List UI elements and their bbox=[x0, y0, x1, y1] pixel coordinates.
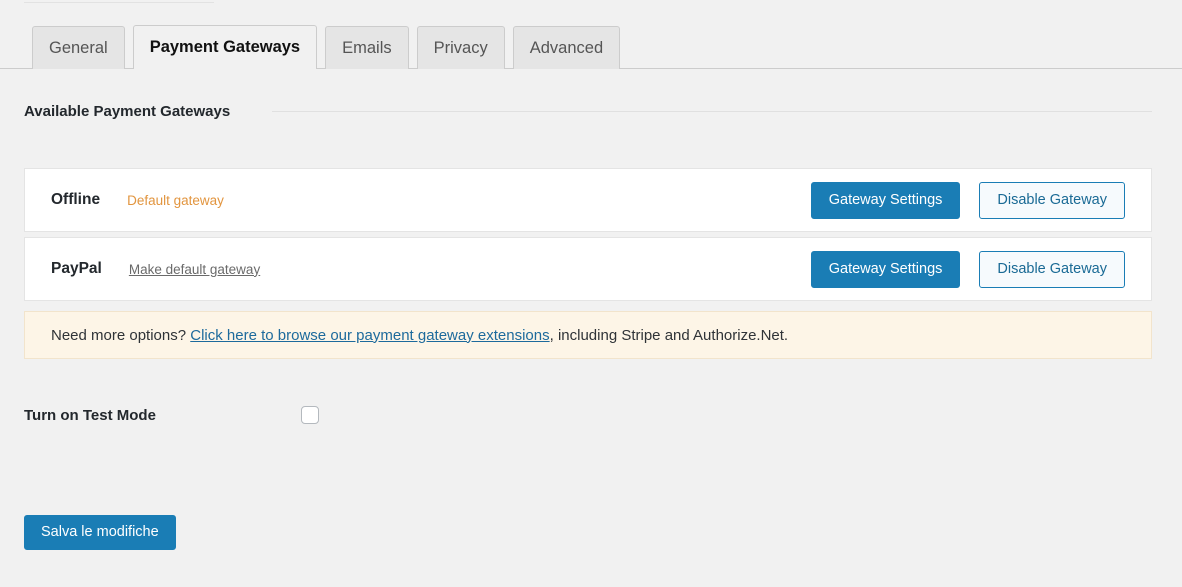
notice-tail-text: , including Stripe and Authorize.Net. bbox=[549, 326, 789, 344]
test-mode-setting: Turn on Test Mode bbox=[24, 406, 319, 424]
gateway-name: PayPal bbox=[51, 260, 102, 277]
disable-gateway-button[interactable]: Disable Gateway bbox=[979, 181, 1125, 219]
top-divider bbox=[24, 2, 214, 3]
available-gateways-section-header: Available Payment Gateways bbox=[24, 103, 1152, 120]
gateway-row-offline: Offline Default gateway Gateway Settings… bbox=[24, 168, 1152, 232]
section-divider bbox=[272, 111, 1152, 112]
test-mode-checkbox[interactable] bbox=[301, 406, 319, 424]
tab-advanced[interactable]: Advanced bbox=[512, 26, 621, 69]
test-mode-label: Turn on Test Mode bbox=[24, 406, 156, 424]
save-changes-button[interactable]: Salva le modifiche bbox=[24, 515, 176, 550]
tab-general[interactable]: General bbox=[32, 26, 125, 69]
gateway-actions: Gateway Settings Disable Gateway bbox=[810, 250, 1125, 288]
gateway-name: Offline bbox=[51, 191, 101, 208]
more-options-notice: Need more options? Click here to browse … bbox=[24, 311, 1152, 359]
make-default-gateway-link[interactable]: Make default gateway bbox=[129, 262, 260, 277]
gateway-settings-button[interactable]: Gateway Settings bbox=[810, 250, 961, 288]
gateway-settings-button[interactable]: Gateway Settings bbox=[810, 181, 961, 219]
tab-privacy[interactable]: Privacy bbox=[416, 26, 505, 69]
notice-lead-text: Need more options? bbox=[51, 326, 187, 344]
settings-tab-strip: General Payment Gateways Emails Privacy … bbox=[0, 24, 1182, 70]
section-title: Available Payment Gateways bbox=[24, 103, 231, 120]
tab-emails[interactable]: Emails bbox=[325, 26, 409, 69]
gateway-default-badge: Default gateway bbox=[127, 192, 224, 208]
gateway-extensions-link[interactable]: Click here to browse our payment gateway… bbox=[190, 327, 549, 344]
tab-payment-gateways[interactable]: Payment Gateways bbox=[132, 25, 318, 70]
gateway-list: Offline Default gateway Gateway Settings… bbox=[24, 168, 1152, 301]
gateway-row-paypal: PayPal Make default gateway Gateway Sett… bbox=[24, 237, 1152, 301]
disable-gateway-button[interactable]: Disable Gateway bbox=[979, 250, 1125, 288]
gateway-actions: Gateway Settings Disable Gateway bbox=[810, 181, 1125, 219]
